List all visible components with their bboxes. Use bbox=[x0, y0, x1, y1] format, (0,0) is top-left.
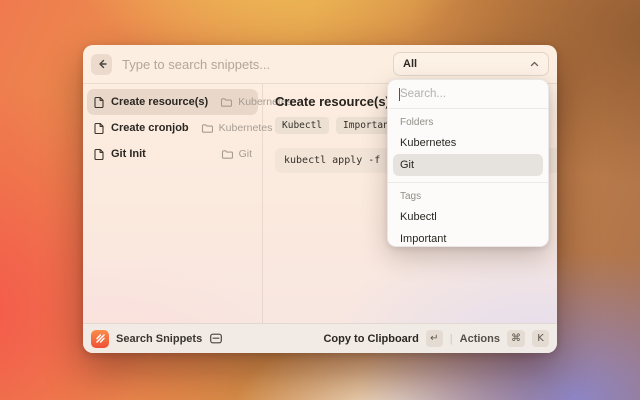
snippet-folder: Git bbox=[239, 148, 252, 160]
dropdown-item-important[interactable]: Important bbox=[393, 228, 543, 247]
snippet-list: Create resource(s) Kubernetes Create cro… bbox=[83, 84, 263, 323]
snippet-title: Create cronjob bbox=[111, 122, 189, 134]
snippet-row-git-init[interactable]: Git Init Git bbox=[87, 141, 258, 167]
return-key-badge: ↵ bbox=[426, 330, 443, 347]
footer-bar: Search Snippets Copy to Clipboard ↵ | Ac… bbox=[83, 323, 557, 353]
raycast-logo-icon bbox=[91, 330, 109, 348]
back-button[interactable] bbox=[91, 54, 112, 75]
dropdown-section-folders: Folders bbox=[388, 109, 548, 132]
chevron-up-icon bbox=[530, 61, 539, 67]
command-key-badge: ⌘ bbox=[507, 330, 525, 347]
filter-dropdown-button[interactable]: All bbox=[393, 52, 549, 76]
text-caret bbox=[399, 88, 400, 101]
dropdown-search-row bbox=[388, 80, 548, 109]
dropdown-item-git[interactable]: Git bbox=[393, 154, 543, 176]
dropdown-section-tags: Tags bbox=[388, 183, 548, 206]
copy-to-clipboard-button[interactable]: Copy to Clipboard bbox=[323, 333, 418, 345]
footer-divider: | bbox=[450, 333, 453, 345]
snippet-row-create-resources[interactable]: Create resource(s) Kubernetes bbox=[87, 89, 258, 115]
snippets-window: All Create resource(s) bbox=[83, 45, 557, 353]
document-icon bbox=[93, 122, 105, 135]
actions-button[interactable]: Actions bbox=[460, 333, 500, 345]
document-icon bbox=[93, 148, 105, 161]
filter-value: All bbox=[403, 58, 417, 70]
dropdown-item-kubectl[interactable]: Kubectl bbox=[393, 206, 543, 228]
folder-icon bbox=[220, 97, 232, 108]
folder-icon bbox=[221, 149, 233, 160]
snippets-icon bbox=[209, 332, 223, 345]
app-name: Search Snippets bbox=[116, 333, 202, 345]
folder-icon bbox=[201, 123, 213, 134]
document-icon bbox=[93, 96, 105, 109]
desktop-background: All Create resource(s) bbox=[0, 0, 640, 400]
tag-badge: Kubectl bbox=[275, 117, 329, 134]
snippet-row-create-cronjob[interactable]: Create cronjob Kubernetes bbox=[87, 115, 258, 141]
k-key-badge: K bbox=[532, 330, 549, 347]
snippet-title: Create resource(s) bbox=[111, 96, 208, 108]
arrow-left-icon bbox=[96, 58, 108, 70]
snippet-title: Git Init bbox=[111, 148, 146, 160]
filter-dropdown-panel: Folders Kubernetes Git Tags Kubectl Impo… bbox=[387, 79, 549, 247]
dropdown-item-kubernetes[interactable]: Kubernetes bbox=[393, 132, 543, 154]
dropdown-search-input[interactable] bbox=[388, 88, 548, 100]
